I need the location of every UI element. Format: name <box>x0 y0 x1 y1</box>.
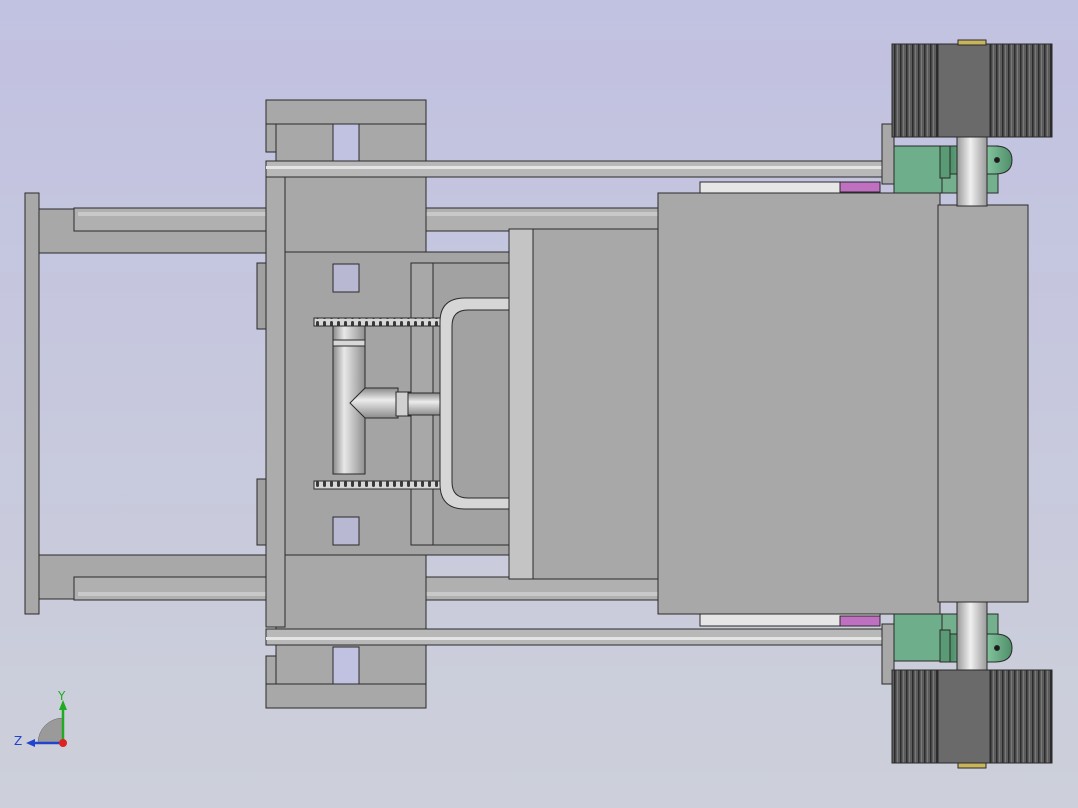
wheel-bracket-upper[interactable] <box>893 145 1013 194</box>
wheel-upper[interactable] <box>891 39 1053 138</box>
lower-guide-rail[interactable] <box>265 628 887 646</box>
cylinder-rod[interactable] <box>407 392 443 416</box>
axle-shaft-upper[interactable] <box>956 135 988 207</box>
lift-cylinder-collar[interactable] <box>332 339 366 347</box>
mast-front-plate[interactable] <box>508 228 534 580</box>
fork-end-plate[interactable] <box>24 192 40 615</box>
triad-y-label: Y <box>57 689 66 703</box>
lift-chain-upper[interactable] <box>313 317 445 327</box>
cad-viewport[interactable]: Y Z <box>0 0 1078 808</box>
main-body[interactable] <box>657 192 941 615</box>
mast-body[interactable] <box>532 228 662 580</box>
triad-z-label: Z <box>14 734 22 748</box>
triad-x-axis-dot <box>59 739 67 747</box>
side-tab-upper[interactable] <box>256 262 267 330</box>
lift-chain-lower[interactable] <box>313 480 445 490</box>
axle-shaft-lower[interactable] <box>956 601 988 673</box>
rear-body[interactable] <box>937 204 1029 603</box>
carriage-inner-slot-top <box>332 263 360 293</box>
upper-guide-rail[interactable] <box>265 160 887 178</box>
carriage-left-post[interactable] <box>265 174 286 628</box>
rear-cylinder-upper[interactable] <box>699 181 881 195</box>
rear-cylinder-lower[interactable] <box>699 613 881 627</box>
wheel-lower[interactable] <box>891 669 1053 769</box>
side-tab-lower[interactable] <box>256 478 267 546</box>
carriage-inner-slot-bottom <box>332 516 360 546</box>
wheel-bracket-lower[interactable] <box>893 613 1013 663</box>
